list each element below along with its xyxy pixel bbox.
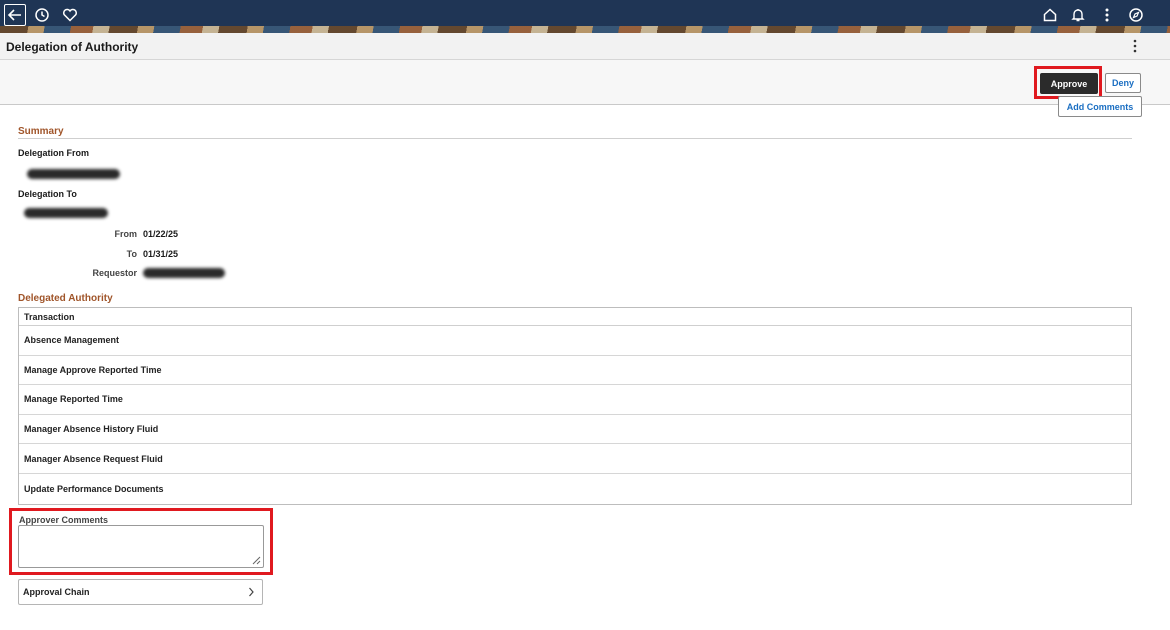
approver-comments-field[interactable] — [18, 525, 264, 568]
delegation-from-redacted — [27, 169, 120, 179]
add-comments-button[interactable]: Add Comments — [1058, 96, 1142, 117]
requestor-label: Requestor — [92, 268, 137, 278]
heart-icon — [63, 8, 77, 22]
from-date-label: From — [114, 229, 138, 239]
resize-grip-icon[interactable] — [251, 555, 261, 565]
delegation-from-label: Delegation From — [18, 148, 90, 158]
compass-icon — [1129, 8, 1143, 22]
recent-places-button[interactable] — [32, 4, 52, 26]
chevron-right-icon — [249, 587, 254, 597]
approve-button[interactable]: Approve — [1040, 73, 1098, 94]
bell-icon — [1071, 9, 1085, 22]
favorites-button[interactable] — [60, 4, 80, 26]
action-bar — [0, 60, 1170, 105]
actions-menu-button[interactable] — [1097, 4, 1117, 26]
from-date-value: 01/22/25 — [143, 229, 179, 239]
approver-comments-label: Approver Comments — [19, 515, 109, 525]
back-arrow-icon — [7, 9, 21, 21]
table-row: Update Performance Documents — [24, 483, 164, 494]
table-row: Manage Approve Reported Time — [19, 356, 1131, 386]
more-vertical-icon — [1105, 8, 1109, 22]
clock-icon — [35, 8, 49, 22]
to-date-value: 01/31/25 — [143, 249, 179, 259]
delegation-to-label: Delegation To — [18, 189, 77, 199]
transactions-grid: Transaction Absence Management Manage Ap… — [18, 307, 1132, 505]
summary-heading: Summary — [18, 126, 64, 137]
table-row: Absence Management — [19, 326, 1131, 356]
top-banner — [0, 0, 1170, 33]
navbar-button[interactable] — [1125, 4, 1147, 26]
banner-artwork — [0, 26, 1170, 33]
approval-chain-button[interactable]: Approval Chain — [18, 579, 263, 605]
page-title: Delegation of Authority — [6, 40, 139, 54]
delegation-to-redacted — [24, 208, 108, 218]
transaction-column-header: Transaction — [19, 308, 1131, 326]
more-vertical-icon — [1133, 39, 1137, 53]
deny-button[interactable]: Deny — [1105, 73, 1141, 93]
notifications-button[interactable] — [1068, 4, 1088, 26]
home-button[interactable] — [1040, 4, 1060, 26]
title-bar: Delegation of Authority — [0, 33, 1170, 60]
table-row: Manager Absence Request Fluid — [19, 444, 1131, 474]
back-button[interactable] — [4, 4, 26, 26]
page-options-button[interactable] — [1128, 37, 1142, 55]
delegated-authority-heading: Delegated Authority — [18, 293, 113, 304]
table-row: Manager Absence History Fluid — [19, 415, 1131, 445]
to-date-label: To — [126, 249, 137, 259]
table-row: Manage Reported Time — [19, 385, 1131, 415]
summary-divider — [18, 138, 1132, 139]
approval-chain-label: Approval Chain — [23, 587, 90, 597]
home-icon — [1043, 8, 1057, 22]
requestor-redacted — [143, 268, 225, 278]
